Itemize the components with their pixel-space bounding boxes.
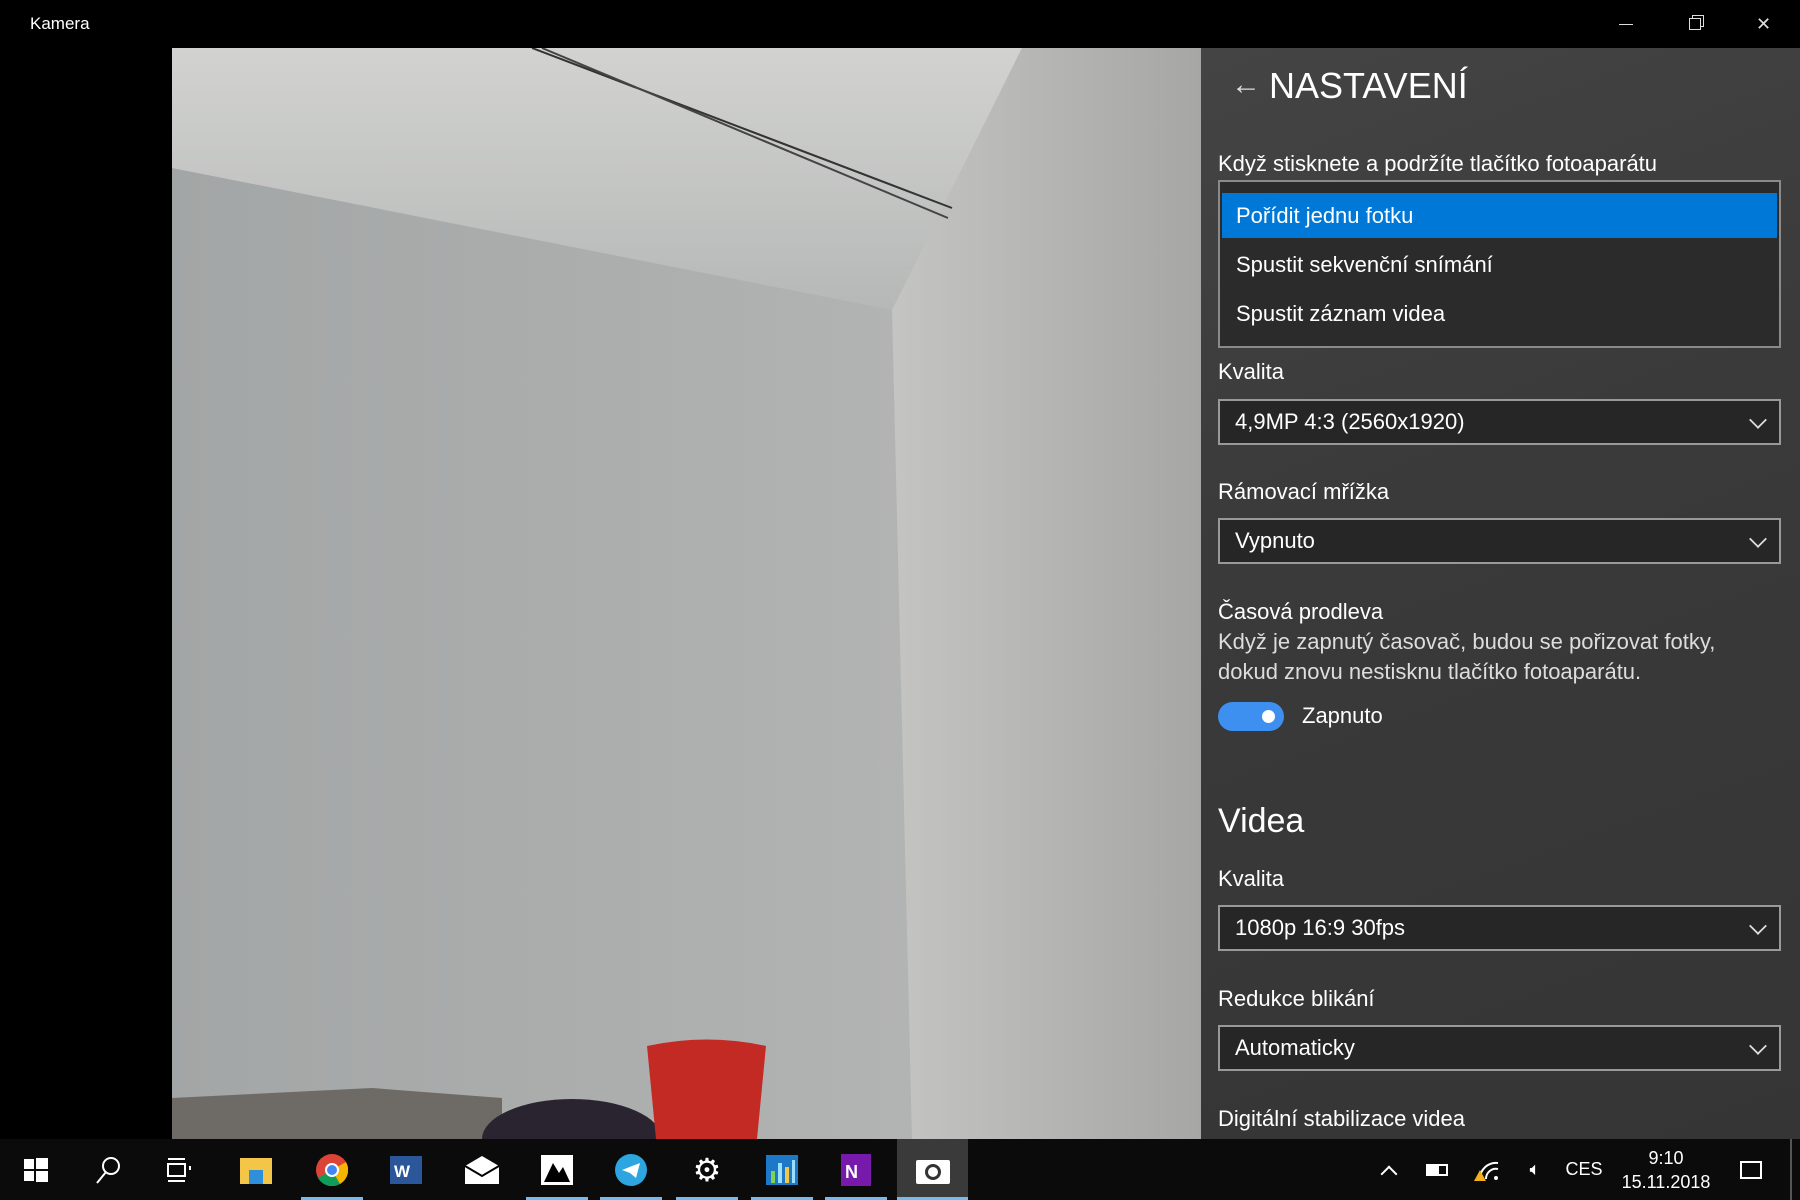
- start-button[interactable]: [5, 1139, 67, 1200]
- option-burst[interactable]: Spustit sekvenční snímání: [1222, 242, 1777, 287]
- settings-panel: ← NASTAVENÍ Když stisknete a podržíte tl…: [1201, 48, 1800, 1139]
- video-quality-label: Kvalita: [1218, 866, 1285, 891]
- timelapse-label: Časová prodleva: [1218, 599, 1384, 624]
- taskbar-onenote[interactable]: N: [825, 1139, 887, 1200]
- clock-button[interactable]: 9:10 15.11.2018: [1616, 1139, 1716, 1200]
- title-bar: Kamera ✕: [0, 0, 1800, 48]
- battery-button[interactable]: [1420, 1139, 1454, 1200]
- battery-icon: [1426, 1163, 1448, 1176]
- timelapse-toggle-label: Zapnuto: [1302, 703, 1383, 728]
- volume-icon: 🔈︎: [1529, 1159, 1541, 1179]
- photo-quality-label: Kvalita: [1218, 359, 1285, 384]
- minimize-icon: [1618, 23, 1633, 25]
- camera-feed-image: [172, 48, 1201, 1139]
- wifi-warning-icon: [1474, 1161, 1499, 1181]
- photos-icon: [541, 1154, 573, 1185]
- folder-icon: [240, 1157, 272, 1184]
- action-center-button[interactable]: [1730, 1139, 1772, 1200]
- grid-value: Vypnuto: [1235, 528, 1315, 553]
- camera-icon: [915, 1159, 950, 1184]
- chevron-down-icon: [1749, 411, 1767, 429]
- timelapse-toggle[interactable]: [1218, 702, 1284, 731]
- volume-button[interactable]: 🔈︎: [1518, 1139, 1552, 1200]
- clock-time: 9:10: [1648, 1147, 1684, 1168]
- close-button[interactable]: ✕: [1729, 0, 1798, 48]
- app-title: Kamera: [30, 14, 90, 33]
- taskbar-telegram[interactable]: [600, 1139, 662, 1200]
- minimize-button[interactable]: [1591, 0, 1660, 48]
- back-arrow-icon: ←: [1231, 68, 1261, 101]
- grid-label: Rámovací mřížka: [1218, 479, 1390, 504]
- notification-icon: [1740, 1160, 1762, 1179]
- taskbar-photos[interactable]: [526, 1139, 588, 1200]
- chrome-icon: [316, 1153, 348, 1186]
- task-view-button[interactable]: [148, 1139, 210, 1200]
- search-button[interactable]: [77, 1139, 139, 1200]
- mail-icon: [465, 1155, 499, 1184]
- taskbar: W ⚙ N 🔈︎ CES 9:10 15.11.2018: [0, 1139, 1800, 1200]
- close-icon: ✕: [1755, 13, 1772, 34]
- windows-icon: [24, 1157, 48, 1182]
- search-icon: [96, 1156, 120, 1184]
- input-language-button[interactable]: CES: [1564, 1139, 1604, 1200]
- chevron-up-icon: [1380, 1165, 1398, 1182]
- option-single-photo[interactable]: Pořídit jednu fotku: [1222, 193, 1777, 238]
- chart-app-icon: [766, 1154, 798, 1185]
- show-desktop-button[interactable]: [1790, 1139, 1792, 1200]
- flicker-value: Automaticky: [1235, 1035, 1355, 1060]
- chevron-down-icon: [1749, 917, 1767, 935]
- onenote-icon: N: [841, 1153, 871, 1186]
- timelapse-description-1: Když je zapnutý časovač, budou se pořizo…: [1218, 629, 1716, 654]
- flicker-label: Redukce blikání: [1218, 986, 1375, 1011]
- taskbar-chart-app[interactable]: [751, 1139, 813, 1200]
- toggle-knob: [1262, 710, 1275, 723]
- video-quality-dropdown[interactable]: 1080p 16:9 30fps: [1218, 905, 1781, 951]
- restore-icon: [1688, 18, 1701, 30]
- restore-button[interactable]: [1660, 0, 1729, 48]
- photo-quality-dropdown[interactable]: 4,9MP 4:3 (2560x1920): [1218, 399, 1781, 445]
- taskbar-settings[interactable]: ⚙: [676, 1139, 738, 1200]
- word-icon: W: [390, 1155, 422, 1184]
- option-video[interactable]: Spustit záznam videa: [1222, 291, 1777, 336]
- chevron-down-icon: [1749, 530, 1767, 548]
- svg-text:N: N: [845, 1162, 858, 1182]
- grid-dropdown[interactable]: Vypnuto: [1218, 518, 1781, 564]
- hold-button-options-list[interactable]: Pořídit jednu fotku Spustit sekvenční sn…: [1218, 180, 1781, 348]
- taskbar-mail[interactable]: [451, 1139, 513, 1200]
- settings-title: NASTAVENÍ: [1269, 65, 1468, 106]
- show-hidden-icons-button[interactable]: [1374, 1139, 1404, 1200]
- video-quality-value: 1080p 16:9 30fps: [1235, 915, 1406, 940]
- back-button[interactable]: ←: [1231, 68, 1261, 102]
- network-button[interactable]: [1470, 1139, 1504, 1200]
- hold-button-label: Když stisknete a podržíte tlačítko fotoa…: [1218, 151, 1658, 176]
- clock-date: 15.11.2018: [1621, 1171, 1711, 1192]
- photo-quality-value: 4,9MP 4:3 (2560x1920): [1235, 409, 1465, 434]
- taskbar-file-explorer[interactable]: [225, 1139, 287, 1200]
- task-view-icon: [167, 1157, 191, 1182]
- taskbar-word[interactable]: W: [375, 1139, 437, 1200]
- taskbar-chrome[interactable]: [301, 1139, 363, 1200]
- timelapse-description-2: dokud znovu nestisknu tlačítko fotoapará…: [1218, 659, 1642, 684]
- taskbar-camera[interactable]: [897, 1139, 968, 1200]
- videos-heading: Videa: [1218, 802, 1305, 840]
- gear-icon: ⚙: [692, 1151, 722, 1188]
- stabilization-label: Digitální stabilizace videa: [1218, 1106, 1466, 1131]
- chevron-down-icon: [1749, 1037, 1767, 1055]
- svg-text:W: W: [394, 1162, 411, 1181]
- camera-preview[interactable]: [172, 48, 1201, 1139]
- flicker-dropdown[interactable]: Automaticky: [1218, 1025, 1781, 1071]
- telegram-icon: [615, 1153, 647, 1186]
